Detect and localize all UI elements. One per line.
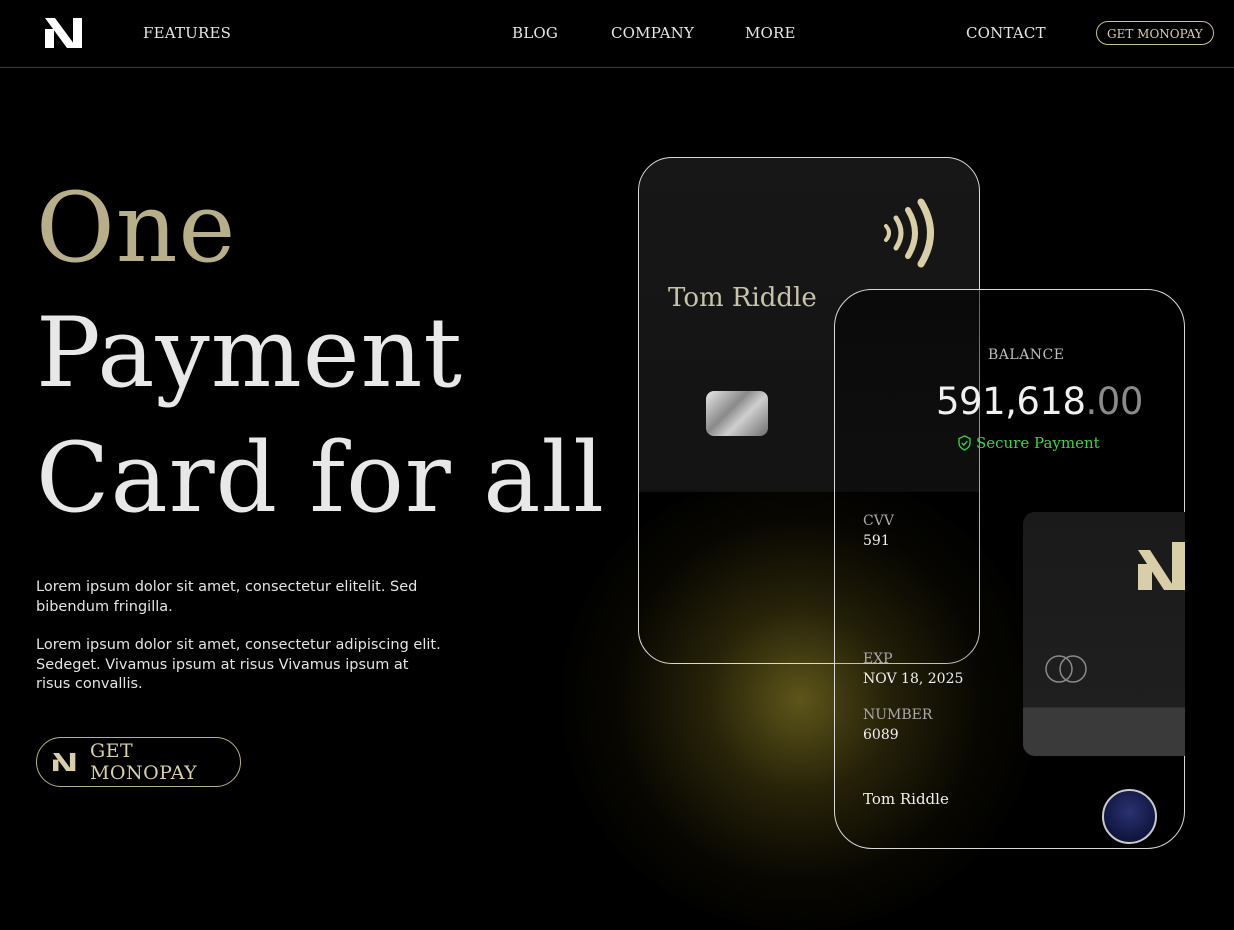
card-front-holder-name: Tom Riddle: [668, 283, 817, 313]
avatar: [1102, 789, 1157, 844]
nav-get-monopay-button[interactable]: GET MONOPAY: [1096, 21, 1214, 45]
nav-link-blog[interactable]: BLOG: [512, 24, 558, 42]
balance-whole: 591,618: [936, 380, 1086, 423]
hero-get-monopay-button[interactable]: GET MONOPAY: [36, 737, 241, 787]
shield-check-icon: [958, 435, 971, 451]
monopay-logo-icon: [53, 752, 76, 772]
hero-heading-line-3: Card for all: [36, 422, 605, 534]
hero-paragraph-2: Lorem ipsum dolor sit amet, consectetur …: [36, 637, 441, 692]
number-value: 6089: [863, 727, 899, 743]
hero-heading-line-1: One: [36, 172, 237, 284]
balance-amount: 591,618.00: [936, 380, 1143, 423]
exp-label: EXP: [863, 651, 893, 667]
secure-payment-label: Secure Payment: [976, 434, 1100, 452]
balance-decimal: .00: [1085, 380, 1144, 423]
nav-link-more[interactable]: MORE: [745, 24, 796, 42]
cvv-label: CVV: [863, 513, 894, 529]
card-back-holder-name: Tom Riddle: [863, 790, 949, 808]
top-navbar: FEATURES BLOG COMPANY MORE CONTACT GET M…: [0, 0, 1234, 68]
hero-heading-line-2: Payment: [36, 297, 463, 409]
nav-link-contact[interactable]: CONTACT: [966, 24, 1046, 42]
balance-label: BALANCE: [988, 347, 1065, 363]
secure-payment-badge: Secure Payment: [957, 434, 1100, 452]
monopay-logo-icon: [1138, 542, 1185, 590]
nav-link-company[interactable]: COMPANY: [611, 24, 694, 42]
mastercard-icon: [1045, 655, 1087, 683]
number-label: NUMBER: [863, 707, 933, 723]
nav-link-features[interactable]: FEATURES: [143, 24, 231, 42]
hero-paragraph-1: Lorem ipsum dolor sit amet, consectetur …: [36, 579, 418, 615]
monopay-logo-icon[interactable]: [45, 18, 83, 48]
hero-cta-label: GET MONOPAY: [89, 740, 198, 784]
chip-icon: [706, 391, 768, 436]
exp-value: NOV 18, 2025: [863, 671, 964, 687]
cvv-value: 591: [863, 533, 890, 549]
contactless-icon: [884, 198, 934, 268]
